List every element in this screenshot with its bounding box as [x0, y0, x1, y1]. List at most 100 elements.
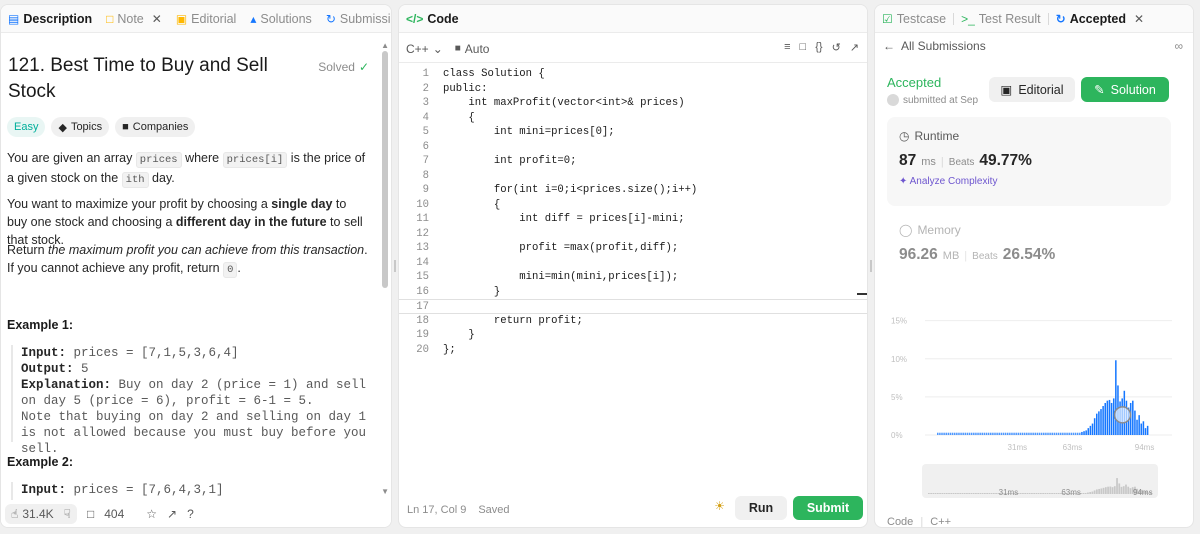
chart-bar[interactable]: [994, 432, 996, 435]
like-button[interactable]: ☝ 31.4K ☟: [5, 504, 77, 524]
description-scrollbar[interactable]: [382, 51, 388, 288]
tab-note[interactable]: □ Note ✕: [99, 5, 169, 32]
chart-bar[interactable]: [970, 432, 973, 435]
chart-bar[interactable]: [958, 432, 960, 435]
code-line[interactable]: 11 int diff = prices[i]-mini;: [399, 212, 867, 227]
code-line[interactable]: 18 return profit;: [399, 314, 867, 329]
chart-bar[interactable]: [962, 432, 964, 435]
code-line[interactable]: 5 int mini=prices[0];: [399, 125, 867, 140]
code-line[interactable]: 7 int profit=0;: [399, 154, 867, 169]
runtime-card[interactable]: ◷ Runtime 87 ms | Beats 49.77% ✦ Analyze…: [887, 117, 1171, 206]
chart-bar[interactable]: [1142, 421, 1145, 435]
chart-bar[interactable]: [987, 432, 990, 435]
solution-button[interactable]: ✎ Solution: [1081, 77, 1169, 102]
chart-bar[interactable]: [1104, 402, 1106, 435]
chart-bar[interactable]: [945, 432, 947, 435]
format-icon[interactable]: ≡: [784, 41, 790, 54]
chart-bar[interactable]: [1051, 432, 1053, 435]
chart-bar[interactable]: [949, 432, 952, 435]
chart-bar[interactable]: [1062, 432, 1064, 435]
code-line[interactable]: 14: [399, 256, 867, 271]
chart-bar[interactable]: [1036, 432, 1039, 435]
chart-bar[interactable]: [1070, 432, 1073, 435]
expand-icon[interactable]: ↗: [850, 41, 859, 54]
chart-bar[interactable]: [1040, 432, 1043, 435]
chart-bar[interactable]: [1053, 432, 1056, 435]
chart-bar[interactable]: [1057, 432, 1060, 435]
help-icon[interactable]: ?: [187, 507, 194, 521]
chart-bar[interactable]: [1087, 428, 1090, 435]
chart-bar[interactable]: [1028, 432, 1030, 435]
chart-bar[interactable]: [1017, 432, 1020, 435]
companies-button[interactable]: ■ Companies: [115, 117, 196, 137]
chart-bar[interactable]: [1011, 432, 1013, 435]
chart-bar[interactable]: [1136, 419, 1138, 435]
chart-bar[interactable]: [1083, 431, 1085, 435]
chart-bar[interactable]: [1026, 432, 1028, 435]
chart-bar[interactable]: [1059, 432, 1062, 435]
close-icon[interactable]: ✕: [152, 13, 162, 25]
link-icon[interactable]: ∞: [1174, 39, 1183, 53]
chart-bar[interactable]: [979, 432, 981, 435]
code-line[interactable]: 9 for(int i=0;i<prices.size();i++): [399, 183, 867, 198]
chart-bar[interactable]: [1085, 430, 1087, 435]
chart-bar[interactable]: [1144, 428, 1147, 435]
all-submissions-link[interactable]: ← All Submissions: [883, 39, 986, 53]
chart-bar[interactable]: [1045, 432, 1047, 435]
code-line[interactable]: 6: [399, 140, 867, 155]
thumbs-down-icon[interactable]: ☟: [64, 507, 71, 521]
reset-icon[interactable]: ↺: [832, 41, 841, 54]
chart-bar[interactable]: [1032, 432, 1034, 435]
current-submission-marker[interactable]: [1113, 406, 1132, 424]
chart-bar[interactable]: [1076, 432, 1079, 435]
language-select[interactable]: C++: [406, 42, 429, 56]
code-line[interactable]: 1 class Solution {: [399, 67, 867, 82]
chart-bar[interactable]: [973, 432, 975, 435]
chart-bar[interactable]: [939, 432, 941, 435]
chart-bar[interactable]: [996, 432, 998, 435]
chart-bar[interactable]: [1034, 432, 1037, 435]
chart-range-selector[interactable]: 31ms 63ms 94ms: [922, 464, 1158, 498]
tab-accepted[interactable]: ↻ Accepted ✕: [1049, 5, 1151, 32]
chart-bar[interactable]: [1089, 425, 1092, 435]
code-line[interactable]: 12: [399, 227, 867, 242]
chart-bar[interactable]: [1064, 432, 1066, 435]
chart-bar[interactable]: [981, 432, 984, 435]
close-icon[interactable]: ✕: [1134, 13, 1144, 25]
code-line[interactable]: 15 mini=min(mini,prices[i]);: [399, 270, 867, 285]
chart-bar[interactable]: [1115, 360, 1117, 435]
chart-bar[interactable]: [941, 432, 943, 435]
mode-select[interactable]: Auto: [465, 42, 490, 56]
chart-bar[interactable]: [1081, 431, 1083, 435]
chart-bar[interactable]: [990, 432, 992, 435]
editorial-button[interactable]: ▣ Editorial: [989, 77, 1075, 102]
chart-bar[interactable]: [1093, 418, 1096, 435]
tab-code[interactable]: </> Code: [399, 5, 466, 32]
chart-bar[interactable]: [1096, 413, 1098, 435]
chart-bar[interactable]: [1138, 415, 1140, 435]
chart-bar[interactable]: [975, 432, 977, 435]
chart-bar[interactable]: [992, 432, 994, 435]
code-line[interactable]: 4 {: [399, 111, 867, 126]
scroll-up-icon[interactable]: ▲: [381, 41, 389, 50]
chart-bar[interactable]: [1055, 432, 1058, 435]
tab-test-result[interactable]: >_ Test Result: [954, 5, 1048, 32]
chart-bar[interactable]: [951, 432, 954, 435]
code-editor[interactable]: 1 class Solution {2 public: 3 int maxProfit…: [399, 67, 867, 357]
submit-button[interactable]: Submit: [793, 496, 863, 520]
code-line[interactable]: 2 public:: [399, 82, 867, 97]
chart-bar[interactable]: [985, 432, 988, 435]
tab-editorial[interactable]: ▣ Editorial: [169, 5, 244, 32]
chart-bar[interactable]: [1074, 432, 1077, 435]
analyze-complexity-link[interactable]: ✦ Analyze Complexity: [899, 176, 1159, 187]
code-line[interactable]: 17: [399, 299, 867, 314]
code-line[interactable]: 13 profit =max(profit,diff);: [399, 241, 867, 256]
chart-bar[interactable]: [964, 432, 967, 435]
star-icon[interactable]: ☆: [146, 507, 157, 521]
comment-icon[interactable]: □: [87, 507, 94, 521]
chart-bar[interactable]: [1019, 432, 1022, 435]
chart-bar[interactable]: [1110, 402, 1113, 435]
chart-bar[interactable]: [937, 432, 939, 435]
chart-bar[interactable]: [1013, 432, 1015, 435]
bookmark-icon[interactable]: □: [800, 41, 807, 54]
